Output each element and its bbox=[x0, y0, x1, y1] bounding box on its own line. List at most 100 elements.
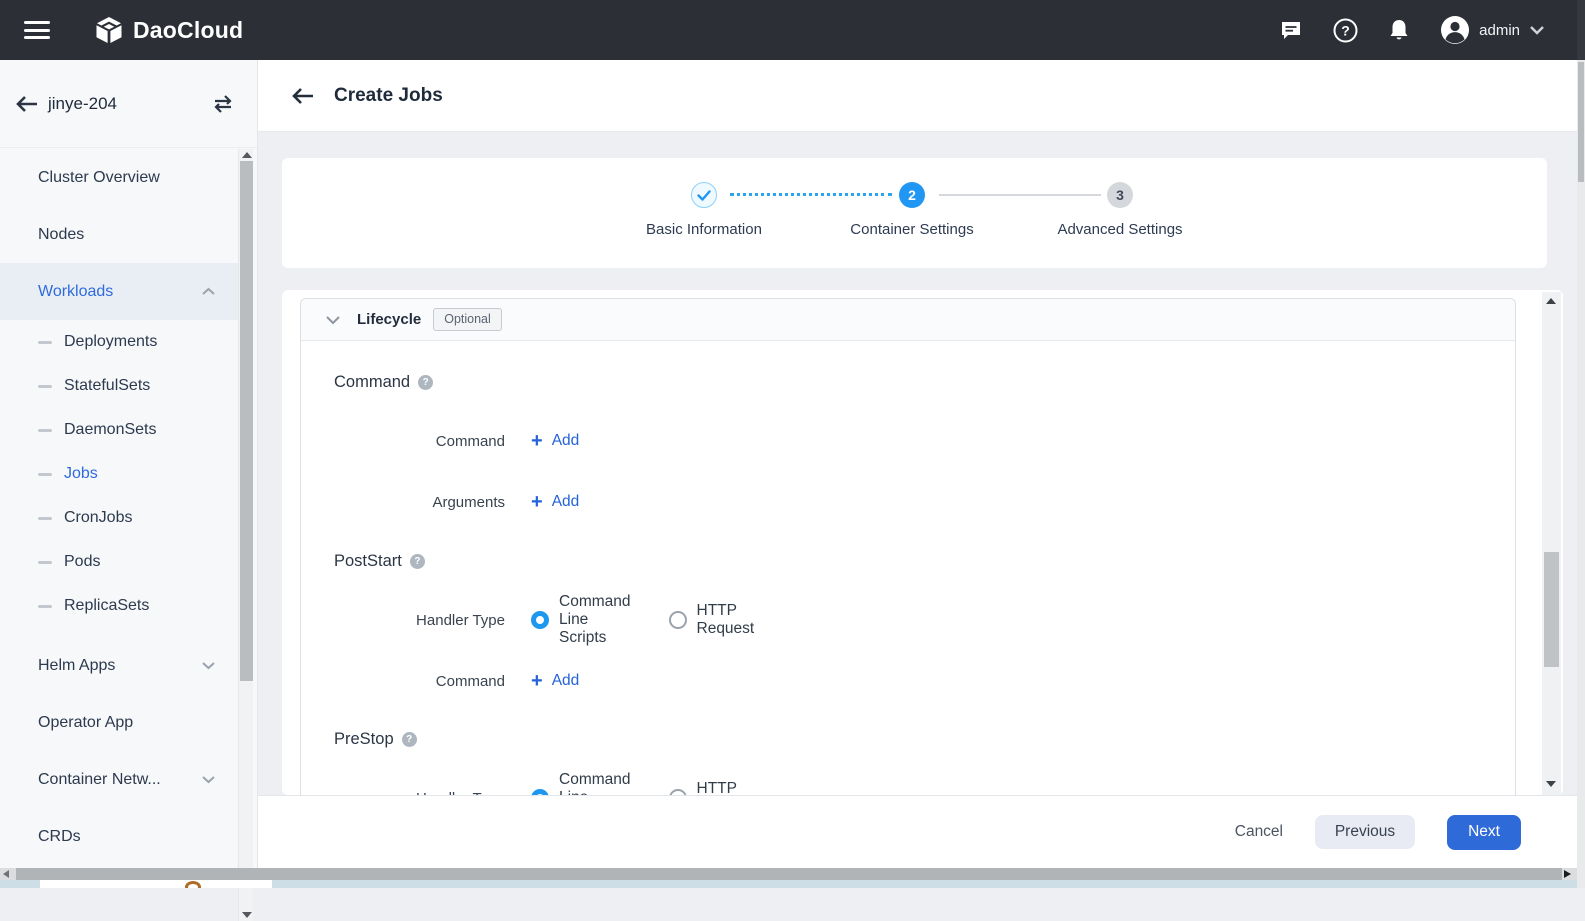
chevron-down-icon bbox=[201, 775, 216, 784]
step-3-label: Advanced Settings bbox=[1020, 221, 1220, 238]
sidebar-item-daemonsets[interactable]: DaemonSets bbox=[0, 408, 238, 452]
help-icon[interactable]: ? bbox=[410, 554, 425, 569]
svg-text:?: ? bbox=[1341, 22, 1350, 38]
field-label: Arguments bbox=[334, 494, 505, 511]
horizontal-scrollbar-thumb[interactable] bbox=[16, 868, 1562, 880]
sidebar-item-nodes[interactable]: Nodes bbox=[0, 206, 238, 263]
sidebar-nav: Cluster Overview Nodes Workloads Deploym… bbox=[0, 149, 238, 865]
sidebar-item-cluster-overview[interactable]: Cluster Overview bbox=[0, 149, 238, 206]
brand-name: DaoCloud bbox=[133, 17, 243, 44]
page-scrollbar[interactable] bbox=[1577, 0, 1585, 888]
form-scrollbar[interactable] bbox=[1542, 292, 1561, 795]
plus-icon: + bbox=[531, 494, 543, 510]
add-arguments-button[interactable]: + Add bbox=[531, 493, 579, 511]
help-icon[interactable]: ? bbox=[1332, 17, 1358, 43]
sidebar-scrollbar-thumb[interactable] bbox=[240, 161, 253, 681]
sidebar-item-statefulsets[interactable]: StatefulSets bbox=[0, 364, 238, 408]
page-scrollbar-top bbox=[1577, 0, 1585, 60]
dash-icon bbox=[38, 561, 52, 564]
step-2-circle: 2 bbox=[899, 182, 925, 208]
sidebar-item-crds[interactable]: CRDs bbox=[0, 808, 238, 865]
prestop-section-title: PreStop ? bbox=[334, 728, 417, 750]
form-container: Lifecycle Optional Command ? Command + A… bbox=[282, 290, 1563, 795]
dash-icon bbox=[38, 473, 52, 476]
section-label: PreStop bbox=[334, 730, 394, 749]
cancel-button[interactable]: Cancel bbox=[1235, 823, 1283, 841]
radio-http-request[interactable] bbox=[669, 611, 687, 629]
radio-label: HTTP Request bbox=[697, 780, 755, 795]
dash-icon bbox=[38, 429, 52, 432]
top-bar: DaoCloud ? bbox=[0, 0, 1585, 60]
page-title: Create Jobs bbox=[334, 85, 443, 107]
add-label: Add bbox=[552, 493, 580, 511]
stepper: 2 3 Basic Information Container Settings… bbox=[282, 158, 1547, 268]
horizontal-scrollbar[interactable] bbox=[0, 868, 1585, 880]
sidebar-item-jobs[interactable]: Jobs bbox=[0, 452, 238, 496]
lifecycle-panel-header[interactable]: Lifecycle Optional bbox=[301, 299, 1515, 341]
radio-label: Command Line Scripts bbox=[559, 593, 631, 647]
switch-cluster-icon[interactable] bbox=[211, 93, 235, 115]
previous-button[interactable]: Previous bbox=[1315, 815, 1415, 849]
scroll-down-icon[interactable] bbox=[1546, 781, 1556, 787]
sidebar-item-label: Cluster Overview bbox=[38, 169, 160, 187]
scroll-up-icon[interactable] bbox=[1546, 298, 1556, 304]
step-connector-solid bbox=[939, 194, 1101, 196]
daocloud-cube-icon bbox=[94, 15, 124, 45]
form-scrollbar-thumb[interactable] bbox=[1544, 552, 1559, 667]
sidebar-item-label: Nodes bbox=[38, 226, 84, 244]
chevron-down-icon bbox=[1529, 25, 1545, 35]
sidebar-item-helm-apps[interactable]: Helm Apps bbox=[0, 637, 238, 694]
page-back-icon[interactable] bbox=[292, 85, 314, 107]
sidebar-item-operator-app[interactable]: Operator App bbox=[0, 694, 238, 751]
sidebar-item-label: Jobs bbox=[64, 465, 98, 483]
bottom-peek-glyph bbox=[185, 881, 201, 888]
sidebar-item-replicasets[interactable]: ReplicaSets bbox=[0, 584, 238, 628]
scroll-up-icon[interactable] bbox=[242, 152, 252, 158]
field-label: Command bbox=[334, 673, 505, 690]
sidebar-item-workloads[interactable]: Workloads bbox=[0, 263, 238, 320]
sidebar-item-deployments[interactable]: Deployments bbox=[0, 320, 238, 364]
chevron-down-icon bbox=[201, 661, 216, 670]
sidebar-item-label: Deployments bbox=[64, 333, 157, 351]
user-menu[interactable]: admin bbox=[1440, 15, 1545, 45]
sidebar-scrollbar[interactable] bbox=[238, 149, 253, 921]
help-icon[interactable]: ? bbox=[402, 732, 417, 747]
dash-icon bbox=[38, 605, 52, 608]
add-label: Add bbox=[552, 432, 580, 450]
field-label: Handler Type bbox=[334, 612, 505, 629]
scroll-left-icon[interactable] bbox=[3, 870, 9, 878]
hamburger-menu-icon[interactable] bbox=[24, 21, 50, 39]
radio-command-line-scripts[interactable] bbox=[531, 611, 549, 629]
sidebar-item-pods[interactable]: Pods bbox=[0, 540, 238, 584]
step-1-done-icon bbox=[691, 182, 717, 208]
page-scrollbar-thumb[interactable] bbox=[1578, 62, 1584, 182]
chat-icon[interactable] bbox=[1278, 17, 1304, 43]
step-3-circle: 3 bbox=[1107, 182, 1133, 208]
dash-icon bbox=[38, 341, 52, 344]
chevron-down-icon[interactable] bbox=[325, 315, 341, 325]
dash-icon bbox=[38, 385, 52, 388]
sidebar-item-cronjobs[interactable]: CronJobs bbox=[0, 496, 238, 540]
add-command-button[interactable]: + Add bbox=[531, 432, 579, 450]
field-label: Command bbox=[334, 433, 505, 450]
page-header: Create Jobs bbox=[258, 60, 1585, 132]
sidebar-header: jinye-204 bbox=[0, 60, 257, 148]
optional-badge: Optional bbox=[433, 308, 502, 331]
sidebar-item-label: StatefulSets bbox=[64, 377, 150, 395]
sidebar-item-label: Operator App bbox=[38, 714, 133, 732]
next-button[interactable]: Next bbox=[1447, 815, 1521, 850]
poststart-section-title: PostStart ? bbox=[334, 550, 425, 572]
bottom-peek-window bbox=[40, 880, 272, 888]
cluster-back-icon[interactable] bbox=[16, 93, 38, 115]
sidebar-item-label: ReplicaSets bbox=[64, 597, 149, 615]
add-poststart-command-button[interactable]: + Add bbox=[531, 672, 579, 690]
help-icon[interactable]: ? bbox=[418, 375, 433, 390]
bell-icon[interactable] bbox=[1386, 17, 1412, 43]
sidebar-item-label: Container Netw... bbox=[38, 771, 161, 789]
brand-logo[interactable]: DaoCloud bbox=[94, 15, 243, 45]
sidebar-item-container-network[interactable]: Container Netw... bbox=[0, 751, 238, 808]
dash-icon bbox=[38, 517, 52, 520]
scroll-down-icon[interactable] bbox=[242, 912, 252, 918]
step-connector-dotted bbox=[730, 193, 892, 196]
section-title: Lifecycle bbox=[357, 311, 421, 328]
